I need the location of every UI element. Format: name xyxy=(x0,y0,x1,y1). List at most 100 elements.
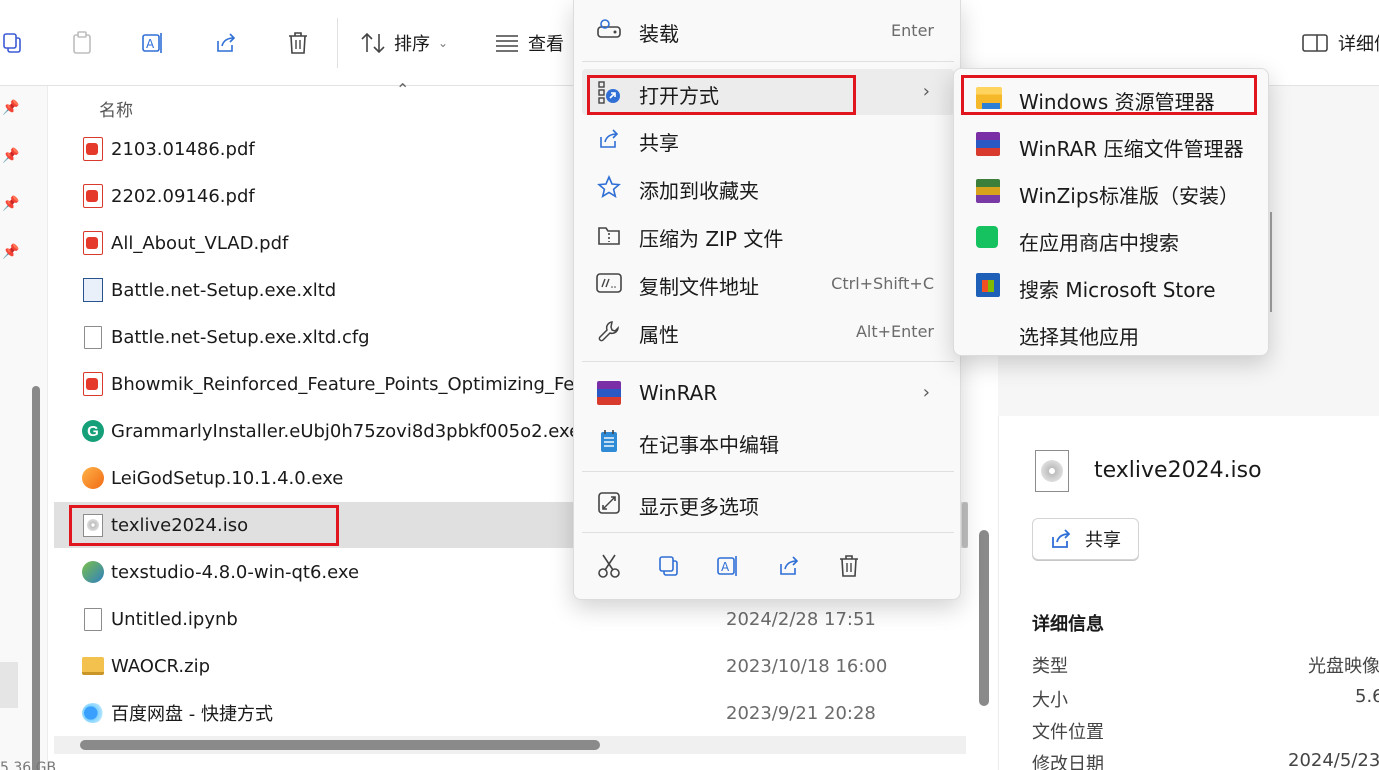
zip-compress-icon xyxy=(596,223,622,247)
sort-label: 排序 xyxy=(394,34,430,55)
cut-icon[interactable] xyxy=(591,548,627,584)
menu-item-edit-notepad[interactable]: 在记事本中编辑 xyxy=(582,418,954,464)
view-button[interactable]: 查看 xyxy=(494,24,564,62)
menu-item-share[interactable]: 共享 xyxy=(582,116,954,162)
menu-separator xyxy=(582,61,954,62)
submenu-item-winrar[interactable]: WinRAR 压缩文件管理器 xyxy=(960,121,1264,167)
share-icon[interactable] xyxy=(210,24,242,62)
file-date: 2023/10/18 16:00 xyxy=(726,655,888,677)
file-name: All_About_VLAD.pdf xyxy=(111,232,289,254)
submenu-item-microsoft-store[interactable]: 搜索 Microsoft Store xyxy=(960,262,1264,308)
file-name: 百度网盘 - 快捷方式 xyxy=(111,704,273,725)
copy-path-icon xyxy=(596,271,622,295)
document-icon xyxy=(82,606,104,632)
submenu-item-label: 选择其他应用 xyxy=(1019,325,1139,349)
menu-item-shortcut: Ctrl+Shift+C xyxy=(831,274,934,293)
file-name: 2202.09146.pdf xyxy=(111,185,255,207)
column-header-name[interactable]: 名称 xyxy=(99,96,133,121)
menu-item-compress-zip[interactable]: 压缩为 ZIP 文件 xyxy=(582,212,954,258)
menu-item-mount[interactable]: 装载 Enter xyxy=(582,7,954,53)
file-name: 2103.01486.pdf xyxy=(111,138,255,160)
zip-folder-icon xyxy=(82,653,104,679)
pdf-icon xyxy=(82,183,104,209)
menu-item-winrar[interactable]: WinRAR › xyxy=(582,370,954,416)
menu-item-label: 显示更多选项 xyxy=(639,495,759,519)
sort-button[interactable]: 排序 ⌄ xyxy=(360,24,448,62)
winrar-icon xyxy=(976,132,1002,158)
menu-item-shortcut: Enter xyxy=(891,21,934,40)
delete-icon[interactable] xyxy=(282,24,314,62)
mount-icon xyxy=(596,18,622,42)
horizontal-scrollbar-thumb[interactable] xyxy=(80,740,600,750)
file-date: 2024/2/28 17:51 xyxy=(726,608,876,630)
rename-icon[interactable]: A xyxy=(711,548,747,584)
submenu-item-file-explorer[interactable]: Windows 资源管理器 xyxy=(960,74,1264,120)
share-icon xyxy=(1052,529,1071,548)
menu-item-properties[interactable]: 属性 Alt+Enter xyxy=(582,308,954,354)
grammarly-icon: G xyxy=(82,418,104,444)
file-name: Untitled.ipynb xyxy=(111,608,238,630)
list-scrollbar-thumb[interactable] xyxy=(962,502,968,548)
menu-item-label: 打开方式 xyxy=(639,84,719,108)
vertical-scrollbar-thumb[interactable] xyxy=(979,530,989,706)
paste-icon[interactable] xyxy=(66,24,98,62)
details-pane-icon xyxy=(1302,34,1328,52)
file-row[interactable]: WAOCR.zip 2023/10/18 16:00 xyxy=(54,643,968,689)
view-label: 查看 xyxy=(528,34,564,55)
details-section-title: 详细信息 xyxy=(1032,614,1104,635)
leigod-icon xyxy=(82,465,104,491)
chevron-down-icon: ⌄ xyxy=(438,36,449,50)
iso-disc-icon xyxy=(82,512,104,538)
pdf-icon xyxy=(82,230,104,256)
pin-icon: 📌 xyxy=(2,244,20,260)
menu-separator xyxy=(582,532,954,533)
details-key: 修改日期 xyxy=(1032,754,1104,770)
submenu-item-choose-other-app[interactable]: 选择其他应用 xyxy=(960,309,1264,355)
menu-item-copy-path[interactable]: 复制文件地址 Ctrl+Shift+C xyxy=(582,260,954,306)
menu-item-label: 装载 xyxy=(639,22,679,46)
submenu-item-search-store[interactable]: 在应用商店中搜索 xyxy=(960,215,1264,261)
copy-icon[interactable] xyxy=(0,24,28,62)
svg-text:A: A xyxy=(146,37,155,51)
rename-icon[interactable]: A xyxy=(138,24,170,62)
copy-icon[interactable] xyxy=(651,548,687,584)
nav-scrollbar[interactable] xyxy=(32,386,40,770)
menu-item-label: 添加到收藏夹 xyxy=(639,179,759,203)
pin-icon: 📌 xyxy=(2,196,20,212)
microsoft-store-icon xyxy=(976,273,1002,299)
nav-item-selected[interactable] xyxy=(0,662,18,708)
star-icon xyxy=(596,175,622,199)
menu-separator xyxy=(582,471,954,472)
menu-item-add-to-favorites[interactable]: 添加到收藏夹 xyxy=(582,164,954,210)
submenu-item-label: WinZips标准版（安装） xyxy=(1019,184,1239,208)
details-share-button[interactable]: 共享 xyxy=(1032,518,1139,560)
file-name: Battle.net-Setup.exe.xltd.cfg xyxy=(111,326,370,348)
submenu-item-label: 在应用商店中搜索 xyxy=(1019,231,1179,255)
delete-icon[interactable] xyxy=(831,548,867,584)
details-pane-button[interactable]: 详细信息 xyxy=(1302,30,1379,56)
file-row[interactable]: 百度网盘 - 快捷方式 2023/9/21 20:28 xyxy=(54,690,968,736)
menu-item-open-with[interactable]: 打开方式 › xyxy=(582,69,954,115)
share-icon[interactable] xyxy=(771,548,807,584)
open-with-icon xyxy=(596,80,622,104)
file-name: GrammarlyInstaller.eUbj0h75zovi8d3pbkf00… xyxy=(111,420,581,442)
submenu-item-label: WinRAR 压缩文件管理器 xyxy=(1019,137,1244,161)
pdf-icon xyxy=(82,371,104,397)
more-options-icon xyxy=(596,491,622,515)
file-name: Battle.net-Setup.exe.xltd xyxy=(111,279,337,301)
details-key: 大小 xyxy=(1032,690,1068,711)
menu-item-label: 复制文件地址 xyxy=(639,275,759,299)
open-with-submenu: Windows 资源管理器 WinRAR 压缩文件管理器 WinZips标准版（… xyxy=(953,68,1269,356)
menu-item-show-more-options[interactable]: 显示更多选项 xyxy=(582,480,954,526)
status-bar-text: 5.36 GB xyxy=(0,760,57,770)
texstudio-icon xyxy=(82,559,104,585)
details-key: 文件位置 xyxy=(1032,722,1104,743)
menu-item-shortcut: Alt+Enter xyxy=(855,322,934,341)
details-share-label: 共享 xyxy=(1085,530,1121,551)
context-menu: 装载 Enter 打开方式 › 共享 添加到收藏夹 压缩为 ZIP 文件 复制文… xyxy=(573,0,961,600)
chevron-right-icon: › xyxy=(922,382,930,403)
iso-disc-icon xyxy=(1035,450,1069,492)
file-row[interactable]: Untitled.ipynb 2024/2/28 17:51 xyxy=(54,596,968,642)
submenu-item-winzips[interactable]: WinZips标准版（安装） xyxy=(960,168,1264,214)
store-icon xyxy=(976,226,1002,252)
